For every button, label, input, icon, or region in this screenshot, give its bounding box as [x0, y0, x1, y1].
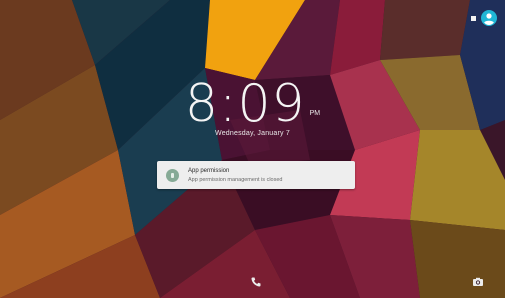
lock-screen: 8:09 PM Wednesday, January 7 App permissi… [0, 0, 505, 298]
square-icon [471, 15, 476, 21]
wallpaper [0, 0, 505, 298]
notification-card[interactable]: App permission App permission management… [157, 161, 355, 189]
phone-icon[interactable] [250, 276, 262, 288]
status-bar [471, 10, 497, 26]
camera-icon[interactable] [472, 276, 484, 288]
notification-title: App permission [188, 168, 230, 174]
account-circle-icon[interactable] [481, 10, 497, 26]
lock-icon [166, 169, 179, 182]
date-label: Wednesday, January 7 [215, 130, 290, 137]
notification-text: App permission management is closed [188, 177, 283, 183]
